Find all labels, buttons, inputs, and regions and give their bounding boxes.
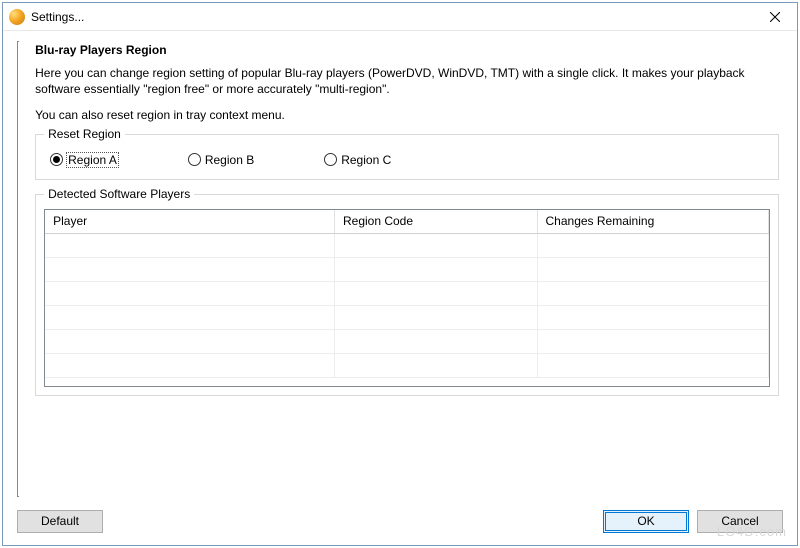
reset-region-legend: Reset Region: [44, 127, 125, 141]
description-text-1: Here you can change region setting of po…: [35, 65, 779, 97]
button-bar: Default OK Cancel: [3, 503, 797, 545]
tree-item[interactable]: Exclusion: [18, 298, 19, 316]
radio-label: Region A: [67, 153, 118, 167]
table-row[interactable]: [45, 234, 768, 258]
region-radio[interactable]: Region B: [188, 153, 254, 167]
page-title: Blu-ray Players Region: [35, 43, 779, 57]
close-icon: [770, 12, 780, 22]
description-text-2: You can also reset region in tray contex…: [35, 107, 779, 123]
settings-tree-panel: Info−GeneralSoundNetworkDiagnosis−DVDPat…: [17, 41, 19, 497]
detected-players-group: Detected Software Players PlayerRegion C…: [35, 194, 779, 396]
ok-button[interactable]: OK: [603, 510, 689, 533]
table-cell: [45, 234, 334, 258]
tree-item[interactable]: Diagnosis: [18, 118, 19, 136]
table-cell: [334, 282, 537, 306]
table-cell: [537, 234, 769, 258]
tree-item[interactable]: Blu-ray Players Region: [18, 316, 19, 334]
tree-item[interactable]: PathPlayer: [18, 154, 19, 172]
window-title: Settings...: [31, 10, 84, 24]
table-cell: [334, 234, 537, 258]
column-header[interactable]: Player: [45, 210, 334, 234]
settings-window: Settings... Info−GeneralSoundNetworkDiag…: [2, 2, 798, 546]
tree-item[interactable]: 3D: [18, 208, 19, 226]
main-pane: Blu-ray Players Region Here you can chan…: [27, 31, 797, 503]
radio-icon: [188, 153, 201, 166]
column-header[interactable]: Region Code: [334, 210, 537, 234]
radio-label: Region B: [205, 153, 254, 167]
table-cell: [537, 330, 769, 354]
table-cell: [45, 282, 334, 306]
default-button[interactable]: Default: [17, 510, 103, 533]
table-cell: [45, 330, 334, 354]
table-cell: [334, 258, 537, 282]
tree-item[interactable]: −Blu-ray: [18, 190, 19, 208]
tree-item[interactable]: Info: [18, 46, 19, 64]
table-cell: [537, 282, 769, 306]
table-cell: [537, 258, 769, 282]
tree-item[interactable]: BluPath: [18, 226, 19, 244]
tree-item[interactable]: HD DVD: [18, 262, 19, 280]
region-radio[interactable]: Region A: [50, 153, 118, 167]
close-button[interactable]: [752, 3, 797, 31]
table-row[interactable]: [45, 354, 768, 378]
table-cell: [537, 306, 769, 330]
table-row[interactable]: [45, 306, 768, 330]
table-cell: [334, 354, 537, 378]
table-row[interactable]: [45, 330, 768, 354]
table-cell: [334, 306, 537, 330]
detected-players-legend: Detected Software Players: [44, 187, 194, 201]
tree-item[interactable]: Network: [18, 100, 19, 118]
tree-item[interactable]: −DVD: [18, 136, 19, 154]
radio-label: Region C: [341, 153, 391, 167]
table-cell: [45, 258, 334, 282]
cancel-button[interactable]: Cancel: [697, 510, 783, 533]
players-table[interactable]: PlayerRegion CodeChanges Remaining: [44, 209, 770, 387]
tree-item[interactable]: Sound: [18, 82, 19, 100]
tree-item[interactable]: Audio CD: [18, 244, 19, 262]
table-row[interactable]: [45, 258, 768, 282]
titlebar: Settings...: [3, 3, 797, 31]
column-header[interactable]: Changes Remaining: [537, 210, 769, 234]
reset-region-group: Reset Region Region ARegion BRegion C: [35, 134, 779, 180]
tree-item[interactable]: Hybrid Disc: [18, 280, 19, 298]
table-cell: [45, 306, 334, 330]
radio-icon: [50, 153, 63, 166]
table-cell: [45, 354, 334, 378]
table-cell: [537, 354, 769, 378]
radio-icon: [324, 153, 337, 166]
table-row[interactable]: [45, 282, 768, 306]
region-radio[interactable]: Region C: [324, 153, 391, 167]
tree-item[interactable]: Subtitles: [18, 172, 19, 190]
tree-item[interactable]: External Program: [18, 334, 19, 352]
table-cell: [334, 330, 537, 354]
tree-item[interactable]: −General: [18, 64, 19, 82]
app-icon: [9, 9, 25, 25]
